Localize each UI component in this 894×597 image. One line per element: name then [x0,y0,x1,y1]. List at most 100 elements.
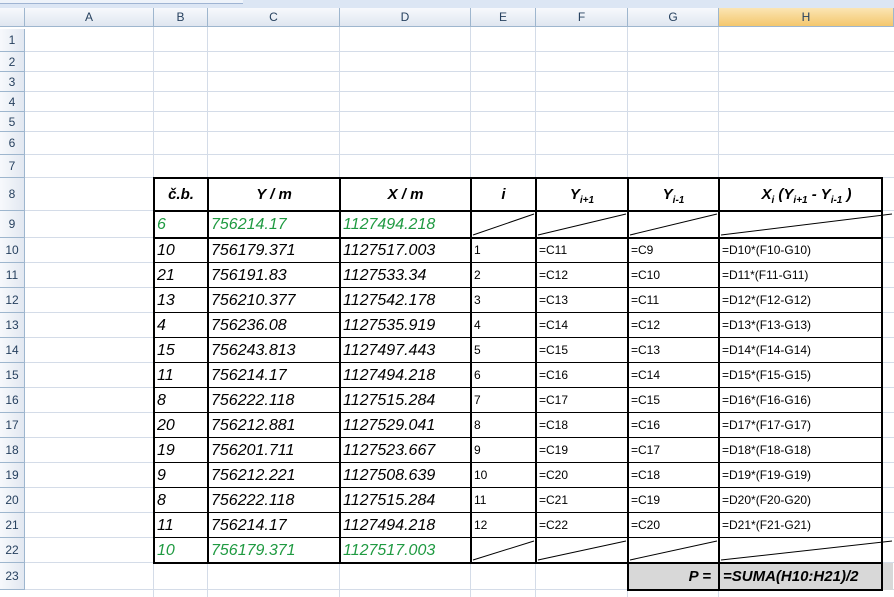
row-header-18[interactable]: 18 [0,438,25,463]
sum-label: P = [628,563,719,590]
select-all-corner[interactable] [0,8,25,27]
formula-yi-plus-1: =C15 [539,343,569,357]
formula-product: =D17*(F17-G17) [722,418,812,432]
row-header-11[interactable]: 11 [0,263,25,288]
table-border [718,178,720,563]
column-header-e[interactable]: E [471,8,536,27]
formula-product: =D21*(F21-G21) [722,518,812,532]
formula-yi-minus-1: =C11 [631,293,660,307]
y-coordinate: 756201.711 [211,442,295,459]
y-coordinate: 756222.118 [211,392,295,409]
table-border [154,412,882,413]
row-header-10[interactable]: 10 [0,238,25,263]
row-header-19[interactable]: 19 [0,463,25,488]
gridline-h [25,111,894,112]
row-header-13[interactable]: 13 [0,313,25,338]
row-header-14[interactable]: 14 [0,338,25,363]
formula-product: =D19*(F19-G19) [722,468,812,482]
formula-yi-plus-1: =C22 [539,518,569,532]
table-border [881,563,883,590]
row-header-7[interactable]: 7 [0,155,25,178]
row-header-8[interactable]: 8 [0,178,25,211]
diagonal-line-icon [472,213,535,236]
header-part-h_sub1: i+1 [793,195,808,206]
row-header-23[interactable]: 23 [0,563,25,590]
formula-product: =D10*(F10-G10) [722,243,812,257]
gridline-h [25,51,894,52]
x-coordinate: 1127515.284 [343,392,436,409]
x-coordinate: 1127494.218 [343,517,436,534]
row-header-3[interactable]: 3 [0,72,25,92]
row-header-2[interactable]: 2 [0,52,25,72]
formula-yi-plus-1: =C13 [539,293,569,307]
row-header-12[interactable]: 12 [0,288,25,313]
diagonal-line-icon [720,540,893,561]
row-header-17[interactable]: 17 [0,413,25,438]
formula-yi-minus-1: =C15 [631,393,661,407]
diagonal-cell [536,211,628,238]
gridline-h [25,91,894,92]
point-number: 8 [157,492,166,509]
row-header-20[interactable]: 20 [0,488,25,513]
diagonal-cell [536,538,628,563]
row-header-15[interactable]: 15 [0,363,25,388]
diagonal-line-icon [537,213,627,236]
formula-yi-plus-1: =C17 [539,393,569,407]
header-x: X / m [387,186,424,203]
formula-yi-minus-1: =C14 [631,368,661,382]
diagonal-cell [471,211,536,238]
row-header-6[interactable]: 6 [0,132,25,155]
x-coordinate: 1127535.919 [343,317,436,334]
point-number: 10 [157,242,175,259]
column-header-f[interactable]: F [536,8,628,27]
row-header-22[interactable]: 22 [0,538,25,563]
formula-yi-plus-1: =C12 [539,268,569,282]
diagonal-cell [628,538,719,563]
x-coordinate: 1127517.003 [343,542,436,559]
column-header-h[interactable]: H [719,8,894,27]
column-header-b[interactable]: B [154,8,208,27]
y-coordinate: 756214.17 [211,517,287,534]
diagonal-cell [471,538,536,563]
table-border [153,177,883,179]
column-header-g[interactable]: G [628,8,719,27]
formula-yi-plus-1: =C19 [539,443,569,457]
point-number: 13 [157,292,175,309]
table-border [627,589,883,591]
table-border [154,462,882,463]
header-yi-plus-1-main: Y [569,186,580,203]
header-yi-plus-1-sub: i+1 [579,195,595,206]
row-header-21[interactable]: 21 [0,513,25,538]
index-i: 9 [474,443,481,457]
row-header-5[interactable]: 5 [0,112,25,132]
point-number: 20 [157,417,175,434]
row-header-4[interactable]: 4 [0,92,25,112]
table-border [154,437,882,438]
formula-yi-minus-1: =C16 [631,418,661,432]
header-y: Y / m [256,186,292,203]
table-border [207,178,209,563]
diagonal-line-icon [472,540,535,561]
row-header-1[interactable]: 1 [0,29,25,52]
point-number: 6 [157,216,166,233]
formula-yi-minus-1: =C17 [631,443,661,457]
row-header-9[interactable]: 9 [0,211,25,238]
header-cb: č.b. [168,186,194,203]
diagonal-line-icon [629,540,718,561]
diagonal-cell [719,538,894,563]
header-part-h_xi: X [761,186,772,203]
column-header-a[interactable]: A [25,8,154,27]
table-border [154,287,882,288]
table-border [718,563,720,590]
y-coordinate: 756214.17 [211,367,287,384]
column-header-d[interactable]: D [340,8,471,27]
formula-yi-minus-1: =C9 [631,243,654,257]
table-border [470,178,472,563]
row-header-16[interactable]: 16 [0,388,25,413]
diagonal-cell [628,211,719,238]
gridline-h [25,131,894,132]
point-number: 4 [157,317,166,334]
y-coordinate: 756179.371 [211,542,296,559]
header-yi-minus-1-main: Y [662,186,673,203]
column-header-c[interactable]: C [208,8,340,27]
